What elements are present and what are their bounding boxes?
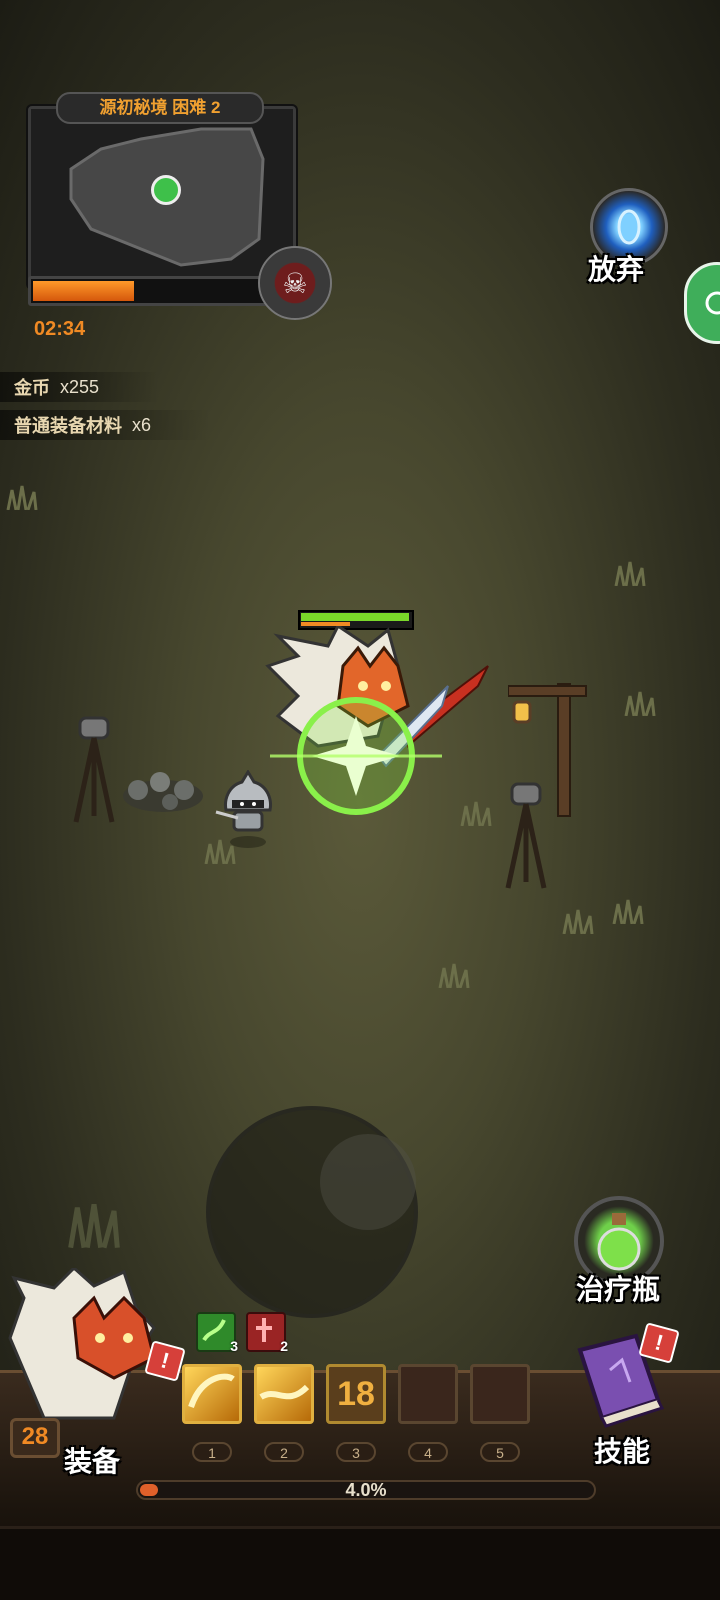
stage-title: 源初秘境 困难 2: [56, 92, 264, 124]
reward-count: x6: [132, 414, 152, 435]
stage-progress-fill: [33, 281, 135, 301]
joystick-thumb[interactable]: [320, 1134, 416, 1230]
skill-slot-5[interactable]: [470, 1364, 530, 1424]
grass-tuft: [68, 1203, 120, 1249]
grass-tuft: [624, 691, 656, 716]
buff-count: 3: [230, 1338, 238, 1354]
lantern-post: [508, 683, 587, 817]
stage-timer: 02:34: [34, 318, 86, 340]
reward-item: 金币 x255: [0, 372, 160, 402]
player-marker-icon: [151, 175, 181, 205]
boss-skull-icon: ☠: [258, 246, 332, 320]
red-blood-icon: [256, 1318, 272, 1342]
player-level-badge: 28: [10, 1418, 60, 1458]
buff-bleed: 2: [246, 1312, 288, 1354]
skill-slot-2[interactable]: [254, 1364, 314, 1424]
stage-progress-bar: [28, 276, 276, 306]
grass-tuft: [614, 561, 646, 586]
minimap[interactable]: [28, 106, 296, 288]
grass-tuft: [612, 899, 644, 924]
wooden-totem: [73, 716, 115, 823]
slot-number: 2: [264, 1442, 304, 1462]
chat-bubble-icon: [705, 291, 720, 315]
stone-pile: [123, 772, 203, 812]
player-knight: [215, 770, 272, 848]
reward-count: x255: [60, 376, 100, 397]
reward-name: 金币: [14, 378, 50, 398]
skill-cooldown: 18: [337, 1374, 375, 1413]
potion-label[interactable]: 治疗瓶: [576, 1268, 660, 1308]
skill-slot-1[interactable]: [182, 1364, 242, 1424]
grass-tuft: [438, 963, 470, 988]
slot-number: 3: [336, 1442, 376, 1462]
slot-number: 4: [408, 1442, 448, 1462]
minimap-panel[interactable]: 源初秘境 困难 2 02:34: [20, 92, 298, 340]
skills-button[interactable]: 技能: [594, 1430, 650, 1470]
portal-icon: [617, 209, 641, 245]
slot-number: 5: [480, 1442, 520, 1462]
buff-count: 2: [280, 1338, 288, 1354]
potion-bottle-icon: [597, 1213, 641, 1271]
green-poison-icon: [202, 1319, 226, 1342]
abandon-label[interactable]: 放弃: [588, 248, 644, 288]
skill-slot-3[interactable]: 18: [326, 1364, 386, 1424]
green-slash-effect: [270, 697, 442, 815]
bottom-ornament-bar: [0, 1526, 720, 1600]
skill-slot-4[interactable]: [398, 1364, 458, 1424]
buff-poison: 3: [196, 1312, 238, 1354]
slot-number: 1: [192, 1442, 232, 1462]
game-scene: 源初秘境 困难 2 02:34 ☠ 金币 x255 普通装备材料 x6 放弃 治…: [0, 0, 720, 1600]
golden-slash-icon: [188, 1373, 235, 1409]
grass-tuft: [6, 485, 38, 510]
hero-portrait-icon[interactable]: [4, 1268, 170, 1428]
virtual-joystick[interactable]: [206, 1106, 418, 1318]
equipment-button[interactable]: 装备: [64, 1440, 120, 1480]
grass-tuft: [562, 909, 594, 934]
chat-side-button[interactable]: [684, 262, 720, 344]
experience-label: 4.0%: [345, 1480, 387, 1500]
golden-wave-icon: [259, 1384, 310, 1400]
reward-name: 普通装备材料: [14, 416, 122, 436]
reward-item: 普通装备材料 x6: [0, 410, 212, 440]
experience-bar: 4.0%: [136, 1480, 596, 1500]
